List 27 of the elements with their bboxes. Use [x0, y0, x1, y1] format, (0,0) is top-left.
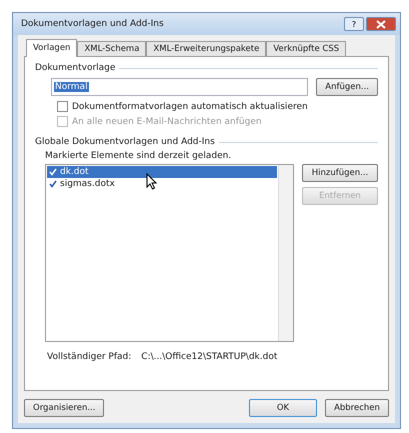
help-button[interactable]: ?	[344, 17, 364, 31]
list-button[interactable]: Hinzufügen...	[302, 164, 378, 182]
ok-button[interactable]: OK	[249, 399, 317, 417]
scrollbar[interactable]	[278, 165, 293, 341]
tab[interactable]: Vorlagen	[26, 39, 78, 57]
tab[interactable]: XML-Erweiterungspakete	[146, 41, 266, 56]
template-field[interactable]: Normal	[51, 78, 308, 96]
checkbox[interactable]	[49, 180, 57, 188]
checkbox[interactable]	[57, 101, 68, 112]
checkbox-label: An alle neuen E-Mail-Nachrichten anfügen	[72, 116, 262, 126]
organize-button[interactable]: Organisieren...	[24, 399, 104, 417]
group-heading: Globale Dokumentvorlagen und Add-Ins	[35, 137, 378, 147]
list-item[interactable]: sigmas.dotx	[47, 178, 277, 190]
close-button[interactable]	[366, 17, 396, 31]
cancel-button[interactable]: Abbrechen	[325, 399, 389, 417]
path-label: Vollständiger Pfad:	[47, 352, 132, 362]
tab[interactable]: Verknüpfte CSS	[266, 41, 346, 56]
path-value: C:\...\Office12\STARTUP\dk.dot	[141, 352, 278, 362]
close-icon	[376, 20, 386, 28]
group-heading: Dokumentvorlage	[35, 63, 378, 73]
attach-button[interactable]: Anfügen...	[316, 78, 378, 96]
pointer-icon	[146, 173, 157, 190]
window-title: Dokumentvorlagen und Add-Ins	[21, 19, 165, 29]
tab[interactable]: XML-Schema	[77, 41, 146, 56]
list-item[interactable]: dk.dot	[47, 166, 277, 178]
hint-text: Markierte Elemente sind derzeit geladen.	[45, 151, 232, 161]
checkbox-label: Dokumentformatvorlagen automatisch aktualisieren	[72, 102, 308, 112]
